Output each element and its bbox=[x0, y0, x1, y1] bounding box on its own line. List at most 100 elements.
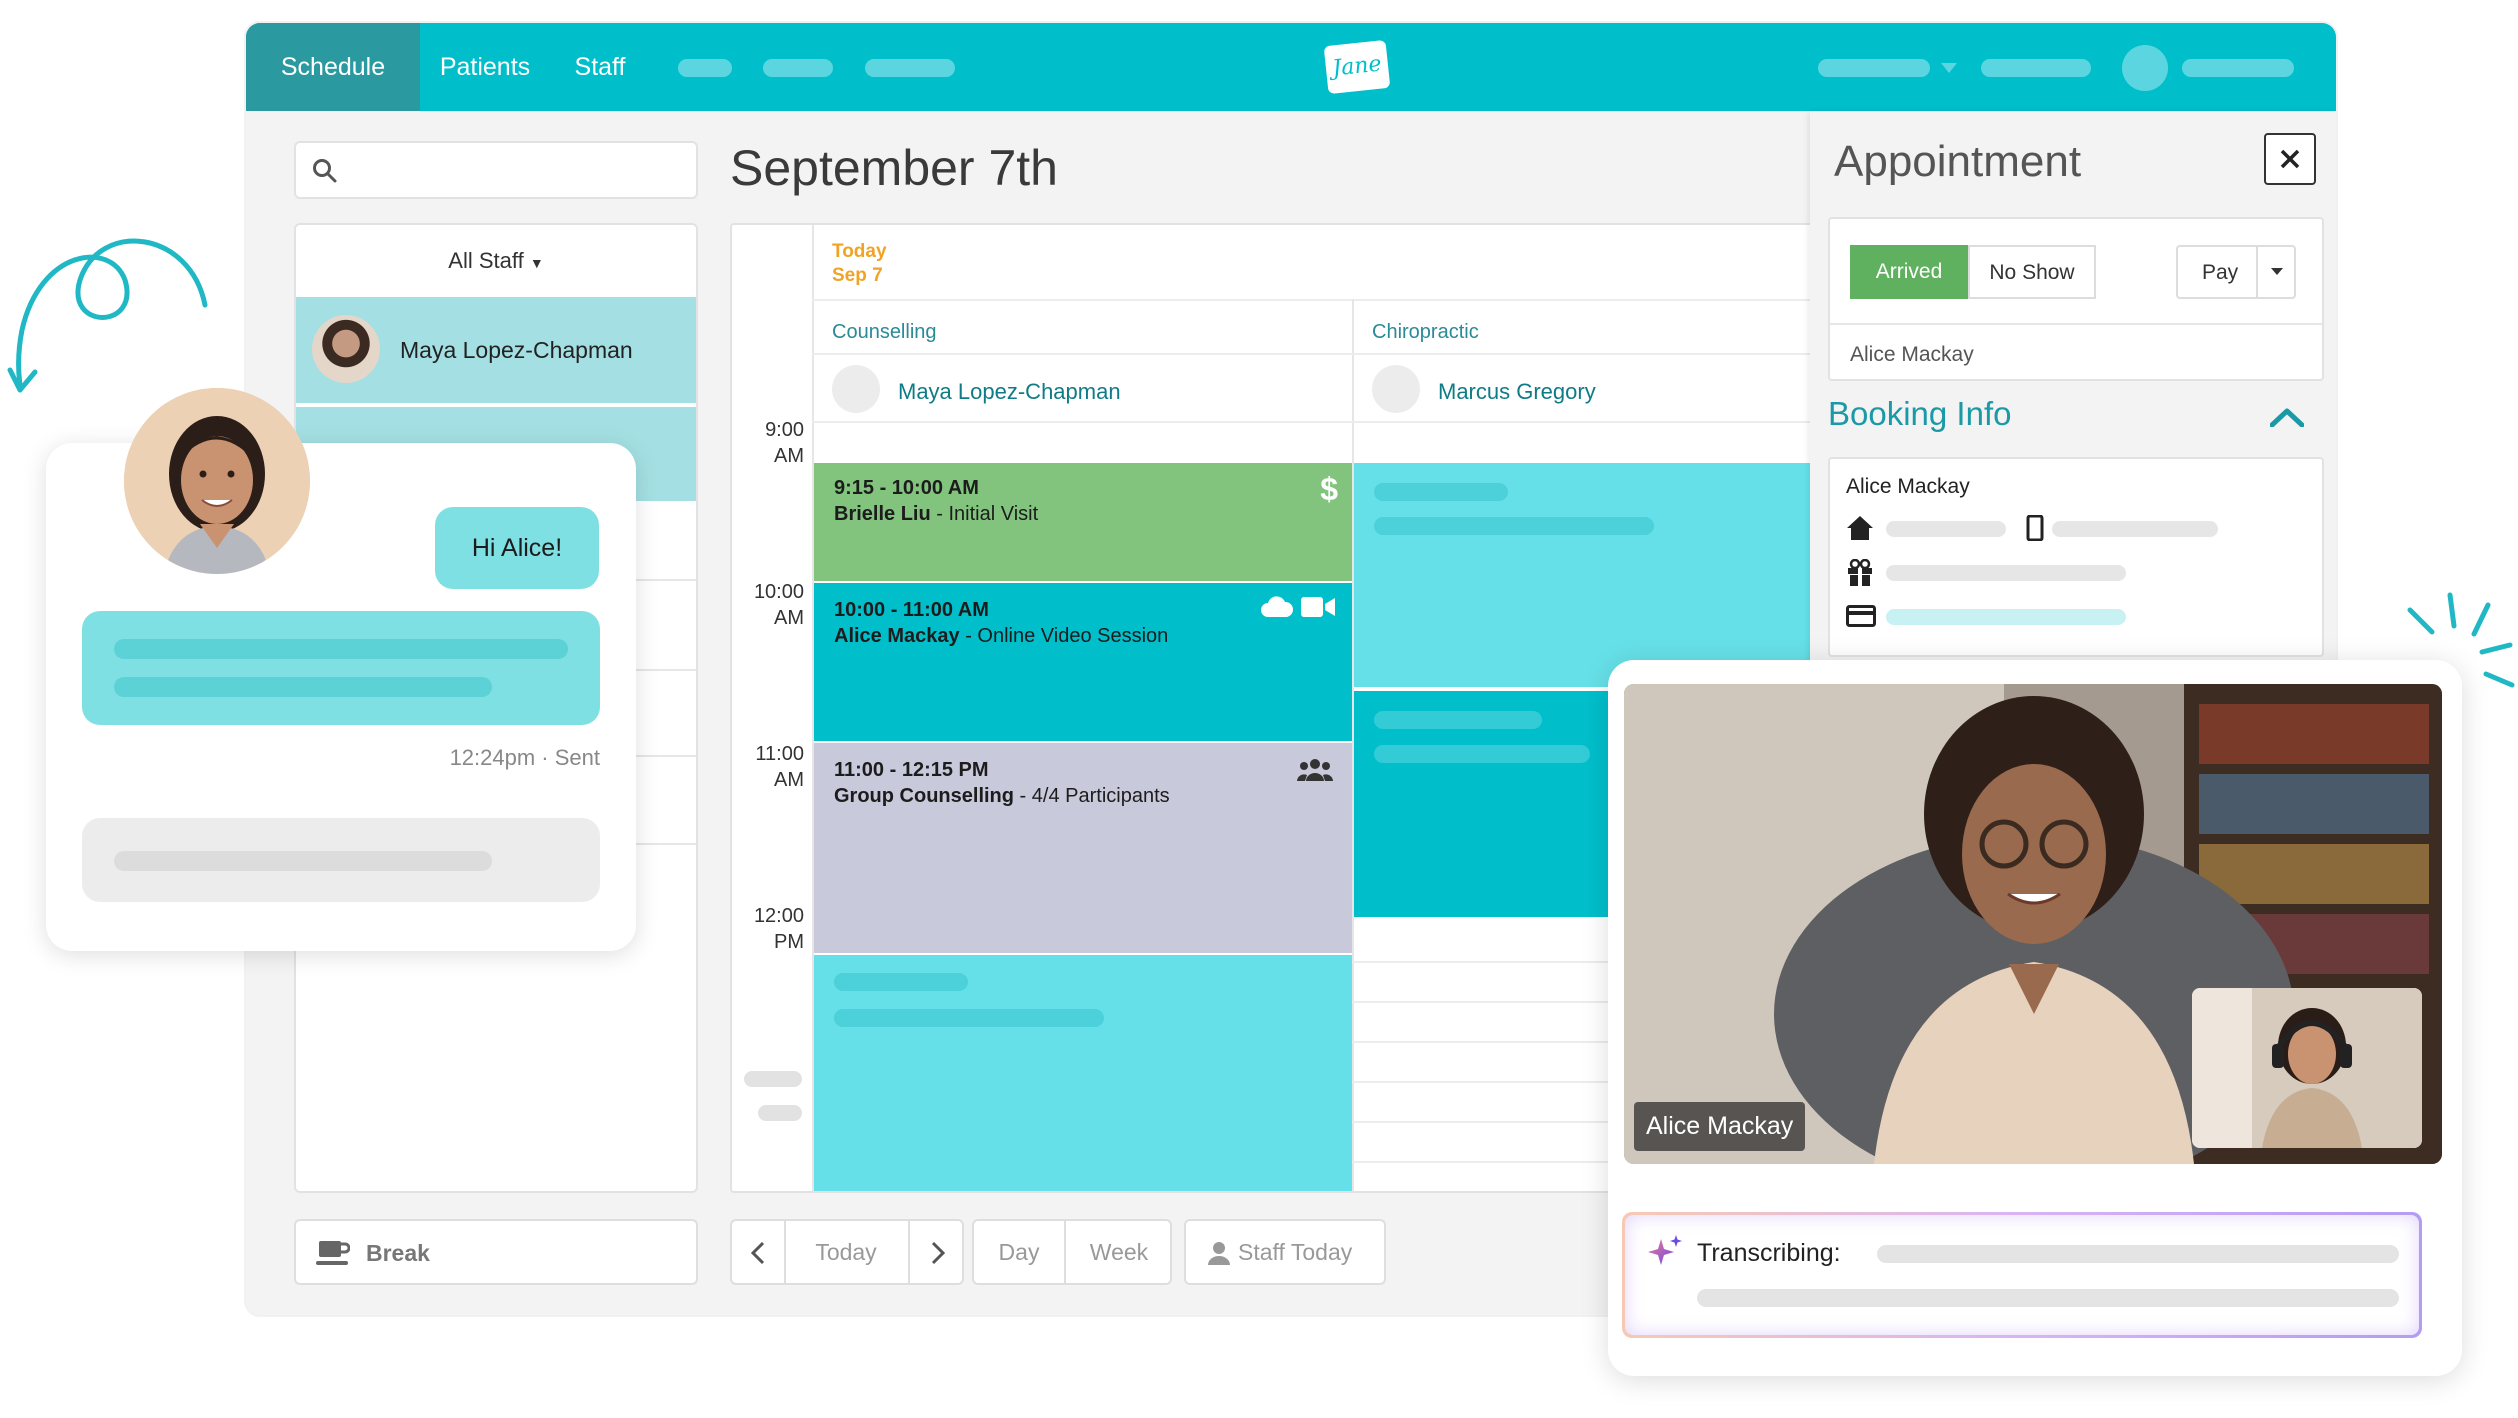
page-title: September 7th bbox=[730, 140, 1058, 196]
staff-avatar bbox=[312, 315, 380, 383]
column-discipline-counselling: Counselling bbox=[832, 321, 937, 343]
staff-filter-dropdown[interactable]: All Staff ▼ bbox=[296, 225, 696, 297]
staff-today-label: Staff Today bbox=[1238, 1239, 1353, 1265]
booking-info-title: Booking Info bbox=[1828, 395, 2012, 432]
time-label-12pm: 12:00 PM bbox=[753, 905, 804, 953]
video-camera-icon bbox=[1301, 597, 1335, 617]
tab-staff[interactable]: Staff bbox=[550, 23, 650, 111]
video-feed-main: Alice Mackay bbox=[1624, 684, 2442, 1164]
nav-placeholder-4[interactable] bbox=[1981, 59, 2091, 77]
caret-down-icon: ▼ bbox=[529, 255, 544, 271]
person-portrait bbox=[124, 388, 310, 574]
swirl-arrow-decoration bbox=[7, 238, 208, 393]
tab-schedule[interactable]: Schedule bbox=[246, 23, 420, 111]
gift-icon bbox=[1848, 559, 1872, 586]
status-card: Arrived No Show Pay Alice Mackay bbox=[1828, 217, 2324, 381]
appointment-block-video-session[interactable]: 10:00 - 11:00 AM Alice Mackay - Online V… bbox=[814, 583, 1352, 741]
staff-name: Maya Lopez-Chapman bbox=[400, 337, 633, 363]
card-divider bbox=[1830, 323, 2322, 325]
next-day-button[interactable] bbox=[908, 1221, 962, 1283]
chat-message-bubble-sent[interactable]: Hi Alice! bbox=[435, 507, 599, 589]
jane-logo[interactable]: Jane bbox=[1323, 39, 1391, 95]
sparkle-ai-icon bbox=[1648, 1235, 1682, 1265]
close-icon bbox=[2280, 149, 2300, 169]
chevron-up-icon[interactable] bbox=[2270, 407, 2304, 427]
transcribing-box: Transcribing: bbox=[1622, 1212, 2422, 1338]
home-icon bbox=[1847, 516, 1873, 540]
appointment-time: 9:15 - 10:00 AM bbox=[834, 477, 979, 499]
today-date: Sep 7 bbox=[832, 265, 883, 286]
break-label: Break bbox=[366, 1240, 430, 1266]
nav-placeholder-2[interactable] bbox=[763, 59, 833, 77]
video-call-card: Alice Mackay Transcribing: bbox=[1608, 660, 2462, 1376]
person-icon bbox=[1208, 1242, 1230, 1265]
pay-button[interactable]: Pay bbox=[2176, 245, 2296, 299]
close-button[interactable] bbox=[2264, 133, 2316, 185]
practitioner-name-maya[interactable]: Maya Lopez-Chapman bbox=[898, 379, 1121, 405]
today-label: Today bbox=[832, 241, 887, 262]
date-nav-group: Today bbox=[730, 1219, 964, 1285]
appointment-block-placeholder[interactable] bbox=[814, 955, 1352, 1191]
booking-info-card: Alice Mackay bbox=[1828, 457, 2324, 657]
self-view-thumbnail[interactable] bbox=[2192, 988, 2422, 1148]
appointment-description: Alice Mackay - Online Video Session bbox=[834, 625, 1169, 647]
staff-filter-label: All Staff bbox=[448, 248, 524, 273]
time-label-9am: 9:00 AM bbox=[765, 419, 804, 467]
practitioner-portrait-avatar bbox=[124, 388, 310, 574]
nav-placeholder-3[interactable] bbox=[865, 59, 955, 77]
appointment-block-group-counselling[interactable]: 11:00 - 12:15 PM Group Counselling - 4/4… bbox=[814, 743, 1352, 953]
appointment-time: 10:00 - 11:00 AM bbox=[834, 599, 989, 621]
dollar-icon: $ bbox=[1320, 471, 1338, 507]
appointment-description: Group Counselling - 4/4 Participants bbox=[834, 785, 1170, 807]
group-icon bbox=[1297, 759, 1333, 781]
account-menu-placeholder[interactable] bbox=[1818, 59, 1930, 77]
time-label-11am: 11:00 AM bbox=[755, 743, 804, 791]
coffee-cup-icon bbox=[316, 1241, 350, 1265]
time-label-placeholder bbox=[758, 1105, 802, 1121]
user-avatar[interactable] bbox=[2122, 45, 2168, 91]
time-label-10am: 10:00 AM bbox=[753, 581, 804, 629]
view-toggle-group: Day Week bbox=[972, 1219, 1172, 1285]
search-input[interactable] bbox=[346, 151, 686, 191]
search-box[interactable] bbox=[294, 141, 698, 199]
prev-day-button[interactable] bbox=[732, 1221, 786, 1283]
arrived-button[interactable]: Arrived bbox=[1850, 245, 1968, 299]
cloud-icon bbox=[1261, 596, 1294, 617]
booking-patient-name: Alice Mackay bbox=[1846, 475, 1970, 498]
appointment-description: Brielle Liu - Initial Visit bbox=[834, 503, 1039, 525]
chat-message-bubble-received[interactable] bbox=[82, 818, 600, 902]
appointment-time: 11:00 - 12:15 PM bbox=[834, 759, 989, 781]
practitioner-name-marcus[interactable]: Marcus Gregory bbox=[1438, 379, 1596, 405]
chevron-right-icon bbox=[931, 1241, 946, 1265]
week-view-button[interactable]: Week bbox=[1066, 1239, 1172, 1266]
self-view-scene bbox=[2192, 988, 2422, 1148]
staff-item-selected[interactable]: Maya Lopez-Chapman bbox=[296, 297, 696, 403]
nav-placeholder-1[interactable] bbox=[678, 59, 732, 77]
user-name-placeholder[interactable] bbox=[2182, 59, 2294, 77]
pay-divider bbox=[2256, 247, 2258, 297]
chat-timestamp: 12:24pm · Sent bbox=[449, 745, 600, 770]
mobile-phone-icon bbox=[2026, 515, 2044, 541]
transcribing-inner: Transcribing: bbox=[1625, 1215, 2419, 1335]
credit-card-icon bbox=[1846, 605, 1876, 627]
break-button[interactable]: Break bbox=[294, 1219, 698, 1285]
tab-patients[interactable]: Patients bbox=[420, 23, 550, 111]
chevron-left-icon bbox=[750, 1241, 765, 1265]
pay-label: Pay bbox=[2202, 261, 2239, 284]
top-nav-bar: Schedule Patients Staff Jane bbox=[246, 23, 2336, 111]
column-discipline-chiropractic: Chiropractic bbox=[1372, 321, 1479, 343]
chevron-down-icon[interactable] bbox=[1939, 61, 1959, 75]
day-view-button[interactable]: Day bbox=[974, 1239, 1064, 1266]
practitioner-avatar bbox=[1372, 365, 1420, 413]
staff-today-button[interactable]: Staff Today bbox=[1184, 1219, 1386, 1285]
appointment-block-initial-visit[interactable]: 9:15 - 10:00 AM Brielle Liu - Initial Vi… bbox=[814, 463, 1352, 581]
chat-message-bubble[interactable] bbox=[82, 611, 600, 725]
appointment-patient-name: Alice Mackay bbox=[1850, 343, 1974, 366]
caret-down-icon bbox=[2271, 268, 2283, 275]
search-icon bbox=[313, 159, 337, 183]
practitioner-avatar bbox=[832, 365, 880, 413]
no-show-button[interactable]: No Show bbox=[1968, 245, 2096, 299]
transcribing-label: Transcribing: bbox=[1697, 1239, 1841, 1267]
time-label-placeholder bbox=[744, 1071, 802, 1087]
today-button[interactable]: Today bbox=[786, 1239, 906, 1266]
